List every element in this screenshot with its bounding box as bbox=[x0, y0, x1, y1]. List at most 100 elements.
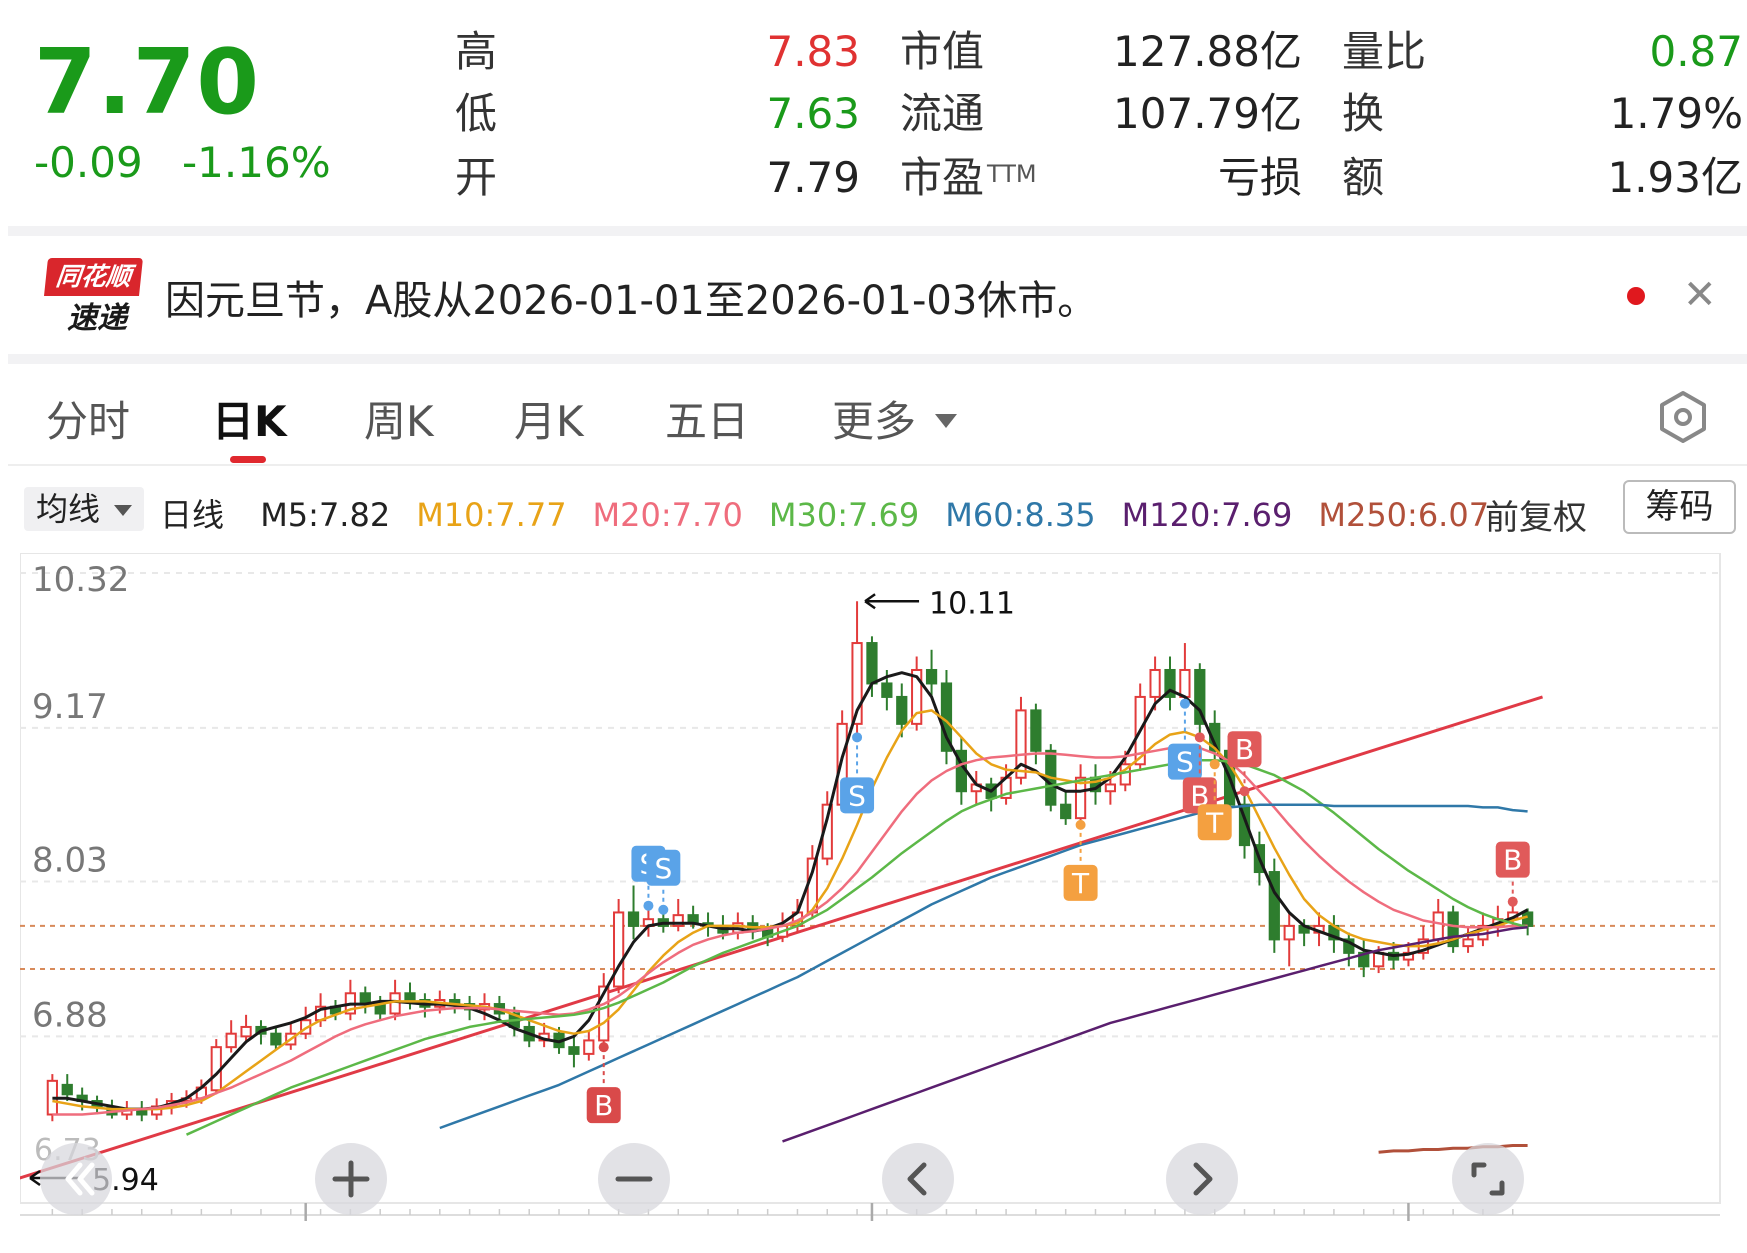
stat-value: 7.83 bbox=[766, 27, 860, 76]
signal-dot bbox=[1179, 698, 1190, 709]
zoom-in-icon[interactable] bbox=[315, 1143, 387, 1215]
stat-value: 1.93亿 bbox=[1607, 153, 1743, 202]
candle-body bbox=[1149, 668, 1161, 698]
candle-body bbox=[136, 1109, 148, 1116]
ma-legend-item: M250:6.07 bbox=[1318, 496, 1490, 534]
news-text[interactable]: 因元旦节，A股从2026-01-01至2026-01-03休市。 bbox=[165, 268, 1097, 326]
ma-legend-item: M30:7.69 bbox=[768, 496, 920, 534]
stat-label: 市值 bbox=[900, 27, 985, 76]
divider bbox=[8, 354, 1747, 364]
divider bbox=[8, 226, 1747, 236]
unread-dot-icon bbox=[1627, 287, 1645, 305]
signal-letter: B bbox=[1235, 733, 1254, 766]
candle-body bbox=[1432, 911, 1444, 941]
y-tick-label: 9.17 bbox=[32, 687, 108, 727]
chip-distribution-button[interactable]: 筹码 bbox=[1623, 480, 1736, 534]
fullscreen-icon[interactable] bbox=[1452, 1143, 1524, 1215]
pan-left-icon[interactable] bbox=[882, 1143, 954, 1215]
ma-legend-item: M5:7.82 bbox=[260, 496, 391, 534]
period-label: 日线 bbox=[160, 496, 225, 534]
tab-five-day[interactable]: 五日 bbox=[665, 388, 749, 449]
signal-letter: S bbox=[848, 779, 866, 812]
change-amount: -0.09 bbox=[34, 138, 143, 187]
signal-dot bbox=[1075, 819, 1086, 830]
candle-body bbox=[1179, 668, 1191, 698]
candle-body bbox=[1283, 924, 1295, 941]
candle-body bbox=[404, 992, 416, 1002]
candle-body bbox=[881, 682, 893, 698]
candle-body bbox=[613, 911, 625, 988]
candle bbox=[210, 1039, 222, 1095]
ma-legend-item: M120:7.69 bbox=[1121, 496, 1293, 534]
candle-body bbox=[225, 1032, 237, 1049]
candle-body bbox=[568, 1046, 580, 1055]
ma-type-label: 均线 bbox=[36, 490, 101, 528]
ma-legend: 日线 M5:7.82 M10:7.77 M20:7.70 M30:7.69 M60:8.… bbox=[160, 490, 1515, 536]
pan-right-icon[interactable] bbox=[1166, 1143, 1238, 1215]
stat-label: 流通 bbox=[900, 89, 985, 138]
stat-value: 1.79% bbox=[1609, 89, 1743, 138]
signal-letter: S bbox=[1176, 746, 1194, 779]
candle-body bbox=[1104, 783, 1117, 793]
stat-value: 7.63 bbox=[766, 89, 860, 138]
signal-dot bbox=[852, 732, 863, 743]
kline-chart[interactable]: 10.329.178.036.88 BSSSTSBTBB 10.115.946.… bbox=[20, 553, 1730, 1243]
signal-letter: B bbox=[594, 1089, 613, 1122]
tab-intraday[interactable]: 分时 bbox=[46, 388, 130, 449]
signal-letter: T bbox=[1205, 806, 1224, 839]
divider bbox=[8, 464, 1747, 466]
close-icon[interactable]: ✕ bbox=[1683, 272, 1717, 318]
tab-more[interactable]: 更多 bbox=[832, 388, 958, 449]
tab-daily-k[interactable]: 日K bbox=[212, 388, 287, 449]
stat-label: 开 bbox=[455, 153, 498, 202]
logo-brand: 同花顺 bbox=[44, 258, 143, 296]
candle-body bbox=[896, 695, 908, 725]
signal-dot bbox=[1507, 896, 1518, 907]
settings-icon[interactable] bbox=[1655, 389, 1711, 445]
stat-value: 亏损 bbox=[1217, 153, 1302, 202]
chevron-down-icon bbox=[114, 505, 132, 516]
candle-body bbox=[270, 1032, 282, 1046]
candle bbox=[940, 669, 953, 765]
candle-body bbox=[1030, 709, 1042, 752]
stat-value: 7.79 bbox=[766, 153, 860, 202]
stat-label: 高 bbox=[455, 27, 498, 76]
change-percent: -1.16% bbox=[182, 138, 331, 187]
candle bbox=[1447, 905, 1459, 953]
tab-monthly-k[interactable]: 月K bbox=[514, 388, 584, 449]
ma-type-dropdown[interactable]: 均线 bbox=[24, 487, 144, 531]
stat-label: 市盈 bbox=[900, 153, 985, 202]
price-adjust-toggle[interactable]: 前复权 bbox=[1485, 490, 1587, 539]
high-marker-label: 10.11 bbox=[929, 586, 1015, 621]
stat-label: 量比 bbox=[1342, 27, 1427, 76]
y-tick-label: 6.88 bbox=[32, 995, 108, 1035]
candle-body bbox=[61, 1083, 73, 1096]
price-change: -0.09 -1.16% bbox=[34, 138, 357, 187]
stat-label: 低 bbox=[455, 89, 498, 138]
stat-value: 0.87 bbox=[1649, 27, 1743, 76]
candle-body bbox=[1060, 803, 1072, 820]
candle-body bbox=[583, 1039, 595, 1055]
candle bbox=[1268, 858, 1280, 953]
candle-body bbox=[627, 911, 640, 927]
signal-letter: B bbox=[1503, 844, 1522, 877]
ma-legend-item: M20:7.70 bbox=[592, 496, 743, 534]
logo-caption: 速递 bbox=[67, 301, 127, 336]
signal-dot bbox=[643, 900, 654, 911]
y-tick-label: 8.03 bbox=[32, 840, 108, 880]
candle-body bbox=[1462, 938, 1474, 948]
stat-label: 换 bbox=[1342, 89, 1385, 138]
zoom-out-icon[interactable] bbox=[598, 1143, 670, 1215]
chevron-down-icon bbox=[935, 413, 958, 428]
y-tick-label: 10.32 bbox=[32, 560, 129, 600]
active-tab-indicator bbox=[230, 456, 266, 463]
candle-body bbox=[1522, 911, 1534, 927]
ma-legend-item: M10:7.77 bbox=[416, 496, 567, 534]
scroll-left-fast-icon[interactable] bbox=[40, 1143, 112, 1215]
stat-value: 107.79亿 bbox=[1113, 89, 1302, 138]
candle-body bbox=[389, 992, 401, 1015]
candle-body bbox=[866, 642, 878, 685]
candle-body bbox=[240, 1025, 252, 1038]
signal-dot bbox=[1194, 732, 1205, 743]
tab-weekly-k[interactable]: 周K bbox=[364, 388, 434, 449]
